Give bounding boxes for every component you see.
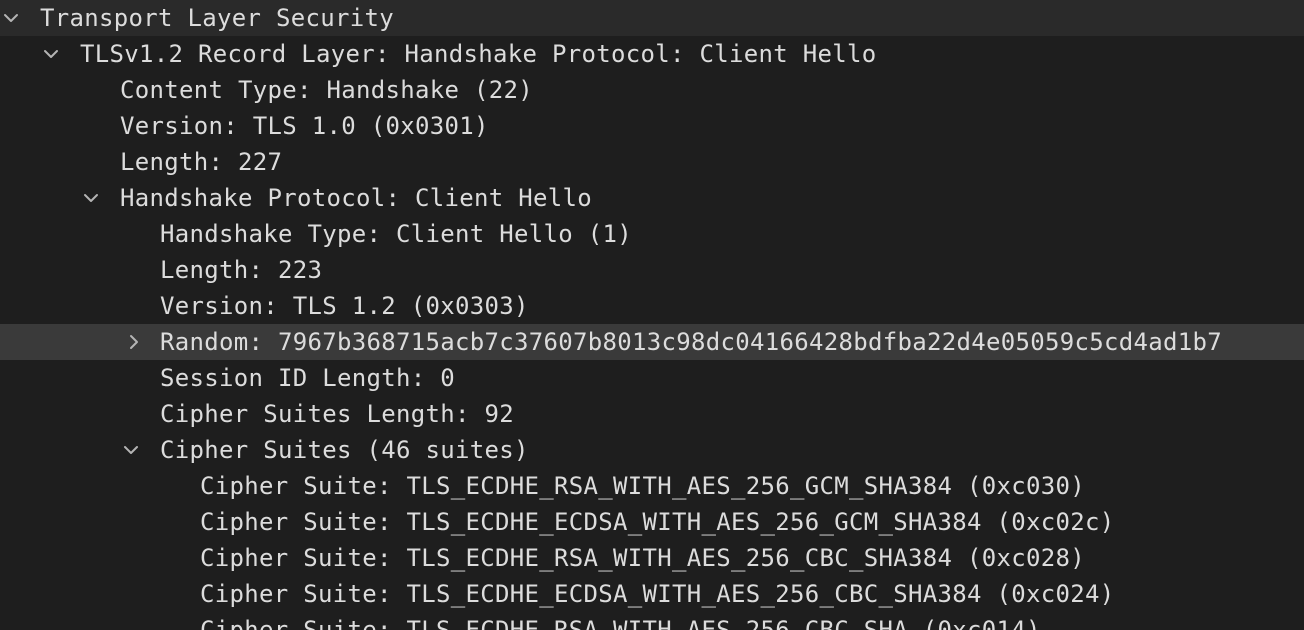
tree-row[interactable]: Length: 223	[0, 252, 1304, 288]
tree-row[interactable]: Cipher Suites (46 suites)	[0, 432, 1304, 468]
tree-row[interactable]: Transport Layer Security	[0, 0, 1304, 36]
tree-row[interactable]: TLSv1.2 Record Layer: Handshake Protocol…	[0, 36, 1304, 72]
tree-row-label: Cipher Suite: TLS_ECDHE_RSA_WITH_AES_256…	[200, 544, 1085, 572]
tree-row-label: Cipher Suite: TLS_ECDHE_RSA_WITH_AES_256…	[200, 472, 1085, 500]
tree-row[interactable]: Handshake Protocol: Client Hello	[0, 180, 1304, 216]
tree-row[interactable]: Cipher Suites Length: 92	[0, 396, 1304, 432]
tree-row-label: Transport Layer Security	[40, 4, 394, 32]
tree-row[interactable]: Random: 7967b368715acb7c37607b8013c98dc0…	[0, 324, 1304, 360]
tree-row-label: Content Type: Handshake (22)	[120, 76, 533, 104]
tree-row[interactable]: Content Type: Handshake (22)	[0, 72, 1304, 108]
tree-row-label: TLSv1.2 Record Layer: Handshake Protocol…	[80, 40, 877, 68]
chevron-right-icon[interactable]	[120, 324, 160, 360]
tree-row-label: Version: TLS 1.2 (0x0303)	[160, 292, 529, 320]
chevron-down-icon[interactable]	[120, 432, 160, 468]
packet-details-tree: Transport Layer Security TLSv1.2 Record L…	[0, 0, 1304, 630]
tree-row-label: Handshake Protocol: Client Hello	[120, 184, 592, 212]
tree-row[interactable]: Cipher Suite: TLS_ECDHE_ECDSA_WITH_AES_2…	[0, 576, 1304, 612]
tree-row-label: Cipher Suite: TLS_ECDHE_RSA_WITH_AES_256…	[200, 616, 1041, 630]
tree-row[interactable]: Version: TLS 1.0 (0x0301)	[0, 108, 1304, 144]
chevron-down-icon[interactable]	[40, 36, 80, 72]
chevron-down-icon[interactable]	[80, 180, 120, 216]
tree-row[interactable]: Cipher Suite: TLS_ECDHE_ECDSA_WITH_AES_2…	[0, 504, 1304, 540]
tree-row-label: Length: 223	[160, 256, 323, 284]
tree-row-label: Session ID Length: 0	[160, 364, 455, 392]
tree-row[interactable]: Session ID Length: 0	[0, 360, 1304, 396]
tree-row-label: Length: 227	[120, 148, 283, 176]
tree-row-label: Handshake Type: Client Hello (1)	[160, 220, 632, 248]
tree-row-label: Version: TLS 1.0 (0x0301)	[120, 112, 489, 140]
tree-row-label: Cipher Suite: TLS_ECDHE_ECDSA_WITH_AES_2…	[200, 580, 1115, 608]
tree-row[interactable]: Length: 227	[0, 144, 1304, 180]
tree-row-label: Random: 7967b368715acb7c37607b8013c98dc0…	[160, 328, 1222, 356]
chevron-down-icon[interactable]	[0, 0, 40, 36]
tree-row-label: Cipher Suites (46 suites)	[160, 436, 529, 464]
tree-row[interactable]: Cipher Suite: TLS_ECDHE_RSA_WITH_AES_256…	[0, 612, 1304, 630]
tree-row-label: Cipher Suite: TLS_ECDHE_ECDSA_WITH_AES_2…	[200, 508, 1115, 536]
tree-row[interactable]: Handshake Type: Client Hello (1)	[0, 216, 1304, 252]
tree-row-label: Cipher Suites Length: 92	[160, 400, 514, 428]
tree-row[interactable]: Version: TLS 1.2 (0x0303)	[0, 288, 1304, 324]
tree-row[interactable]: Cipher Suite: TLS_ECDHE_RSA_WITH_AES_256…	[0, 468, 1304, 504]
tree-row[interactable]: Cipher Suite: TLS_ECDHE_RSA_WITH_AES_256…	[0, 540, 1304, 576]
